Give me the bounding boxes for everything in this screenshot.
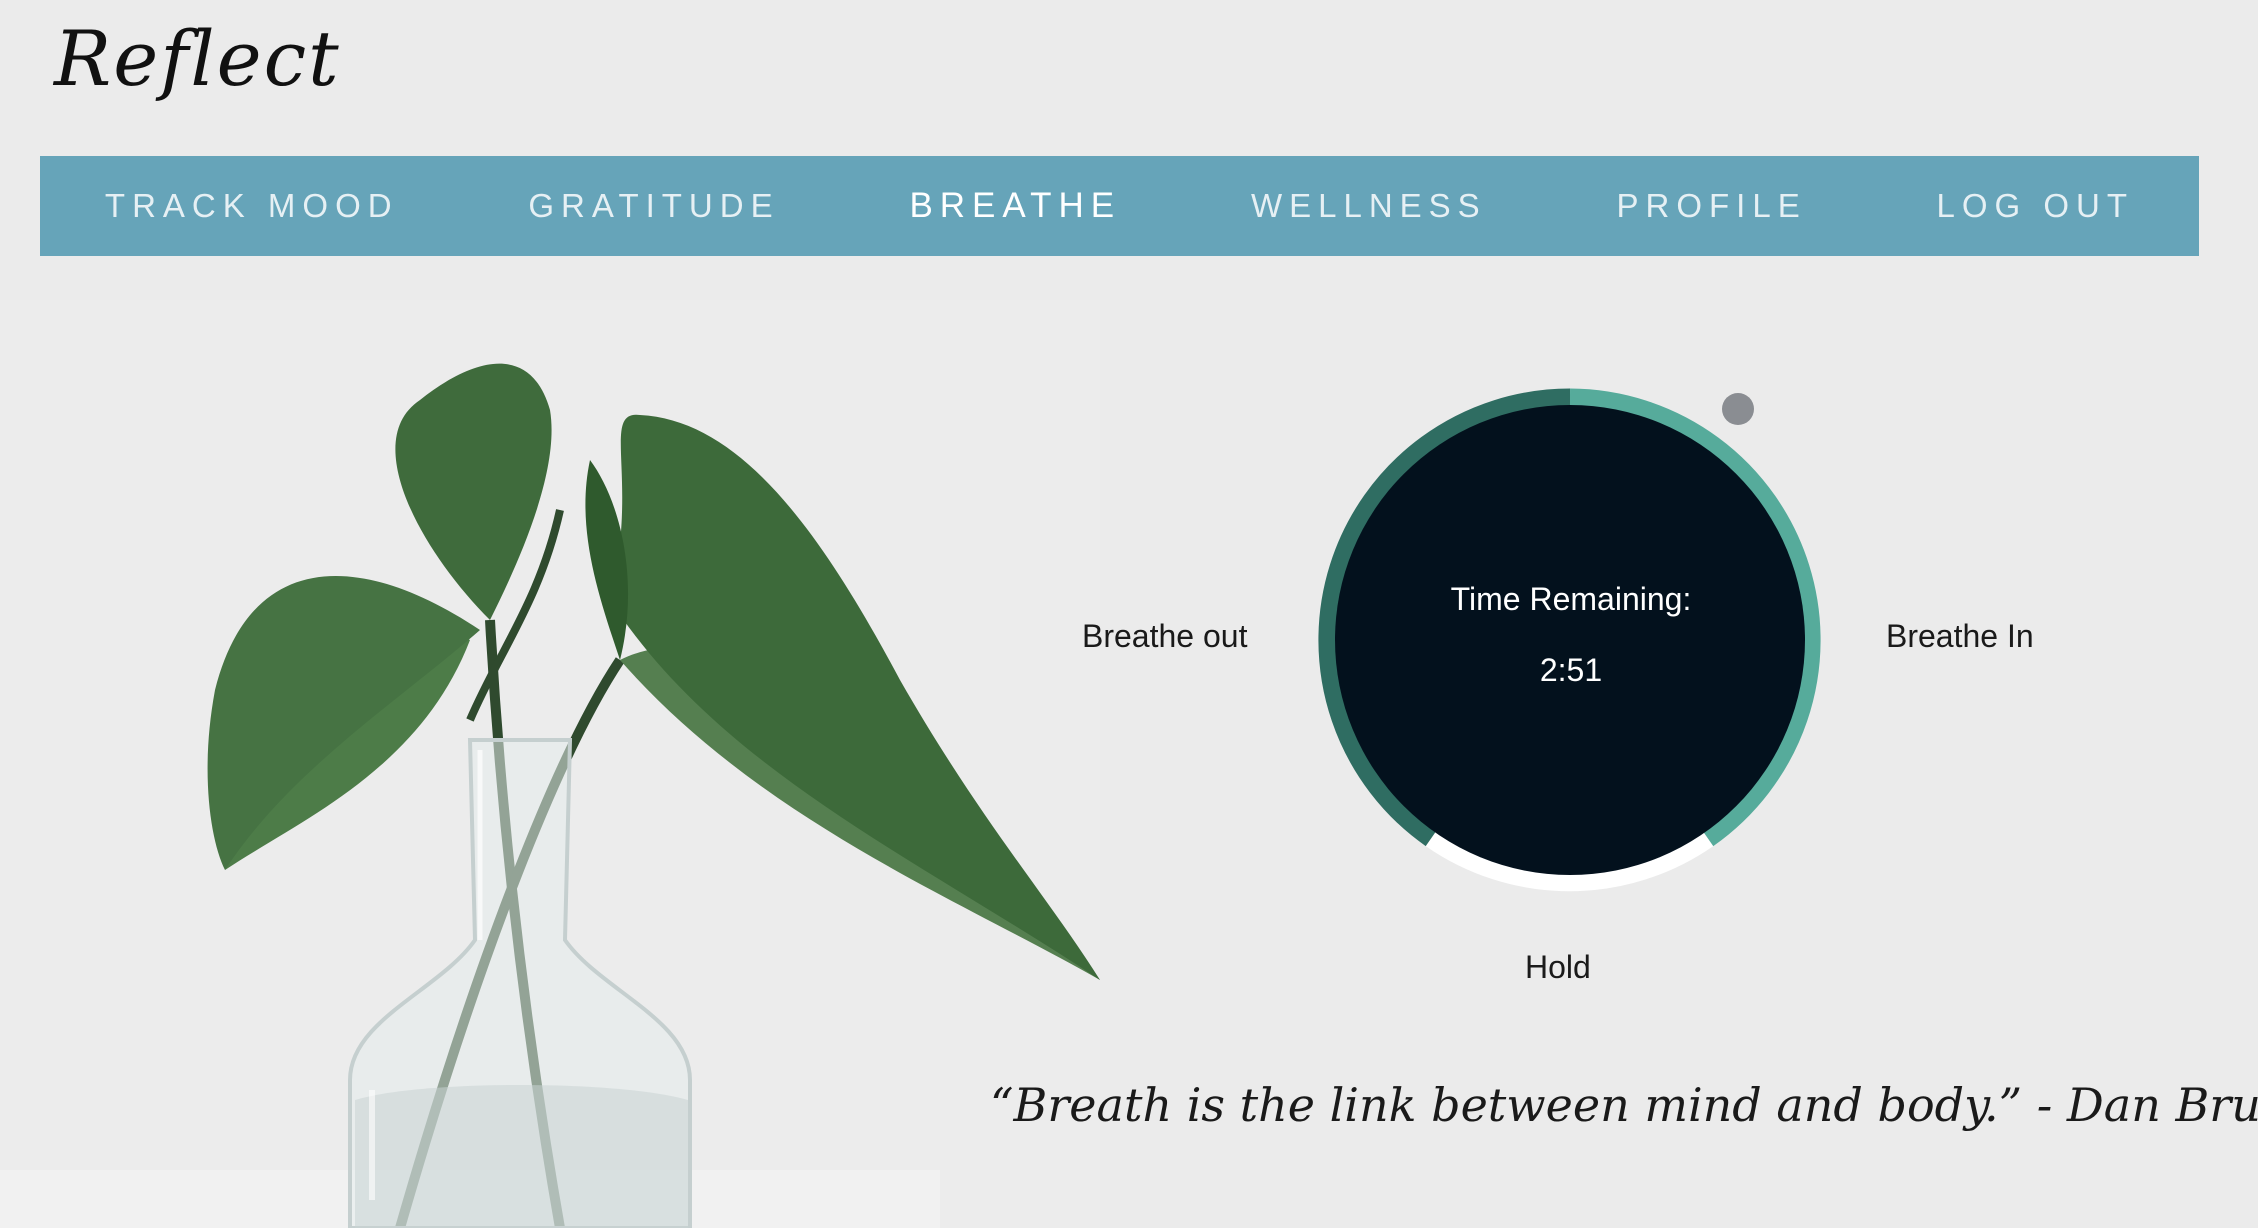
plant-in-vase-image <box>0 300 1100 1228</box>
nav-item-gratitude[interactable]: GRATITUDE <box>528 187 779 225</box>
timer-title: Time Remaining: <box>1450 581 1692 617</box>
main-navigation: TRACK MOOD GRATITUDE BREATHE WELLNESS PR… <box>40 156 2199 256</box>
timer-value: 2:51 <box>1539 652 1603 688</box>
nav-item-breathe[interactable]: BREATHE <box>909 186 1121 226</box>
timer-readout: Time Remaining: 2:51 <box>1336 400 1806 870</box>
nav-item-track-mood[interactable]: TRACK MOOD <box>105 187 399 225</box>
hold-label: Hold <box>1525 949 1591 985</box>
breathing-quote: “Breath is the link between mind and bod… <box>990 1078 2258 1132</box>
app-logo[interactable]: Reflect <box>54 14 341 103</box>
breathe-in-label: Breathe In <box>1886 618 2034 654</box>
nav-item-wellness[interactable]: WELLNESS <box>1251 187 1487 225</box>
nav-item-log-out[interactable]: LOG OUT <box>1937 187 2135 225</box>
breathe-out-label: Breathe out <box>1082 618 1248 654</box>
nav-item-profile[interactable]: PROFILE <box>1617 187 1807 225</box>
